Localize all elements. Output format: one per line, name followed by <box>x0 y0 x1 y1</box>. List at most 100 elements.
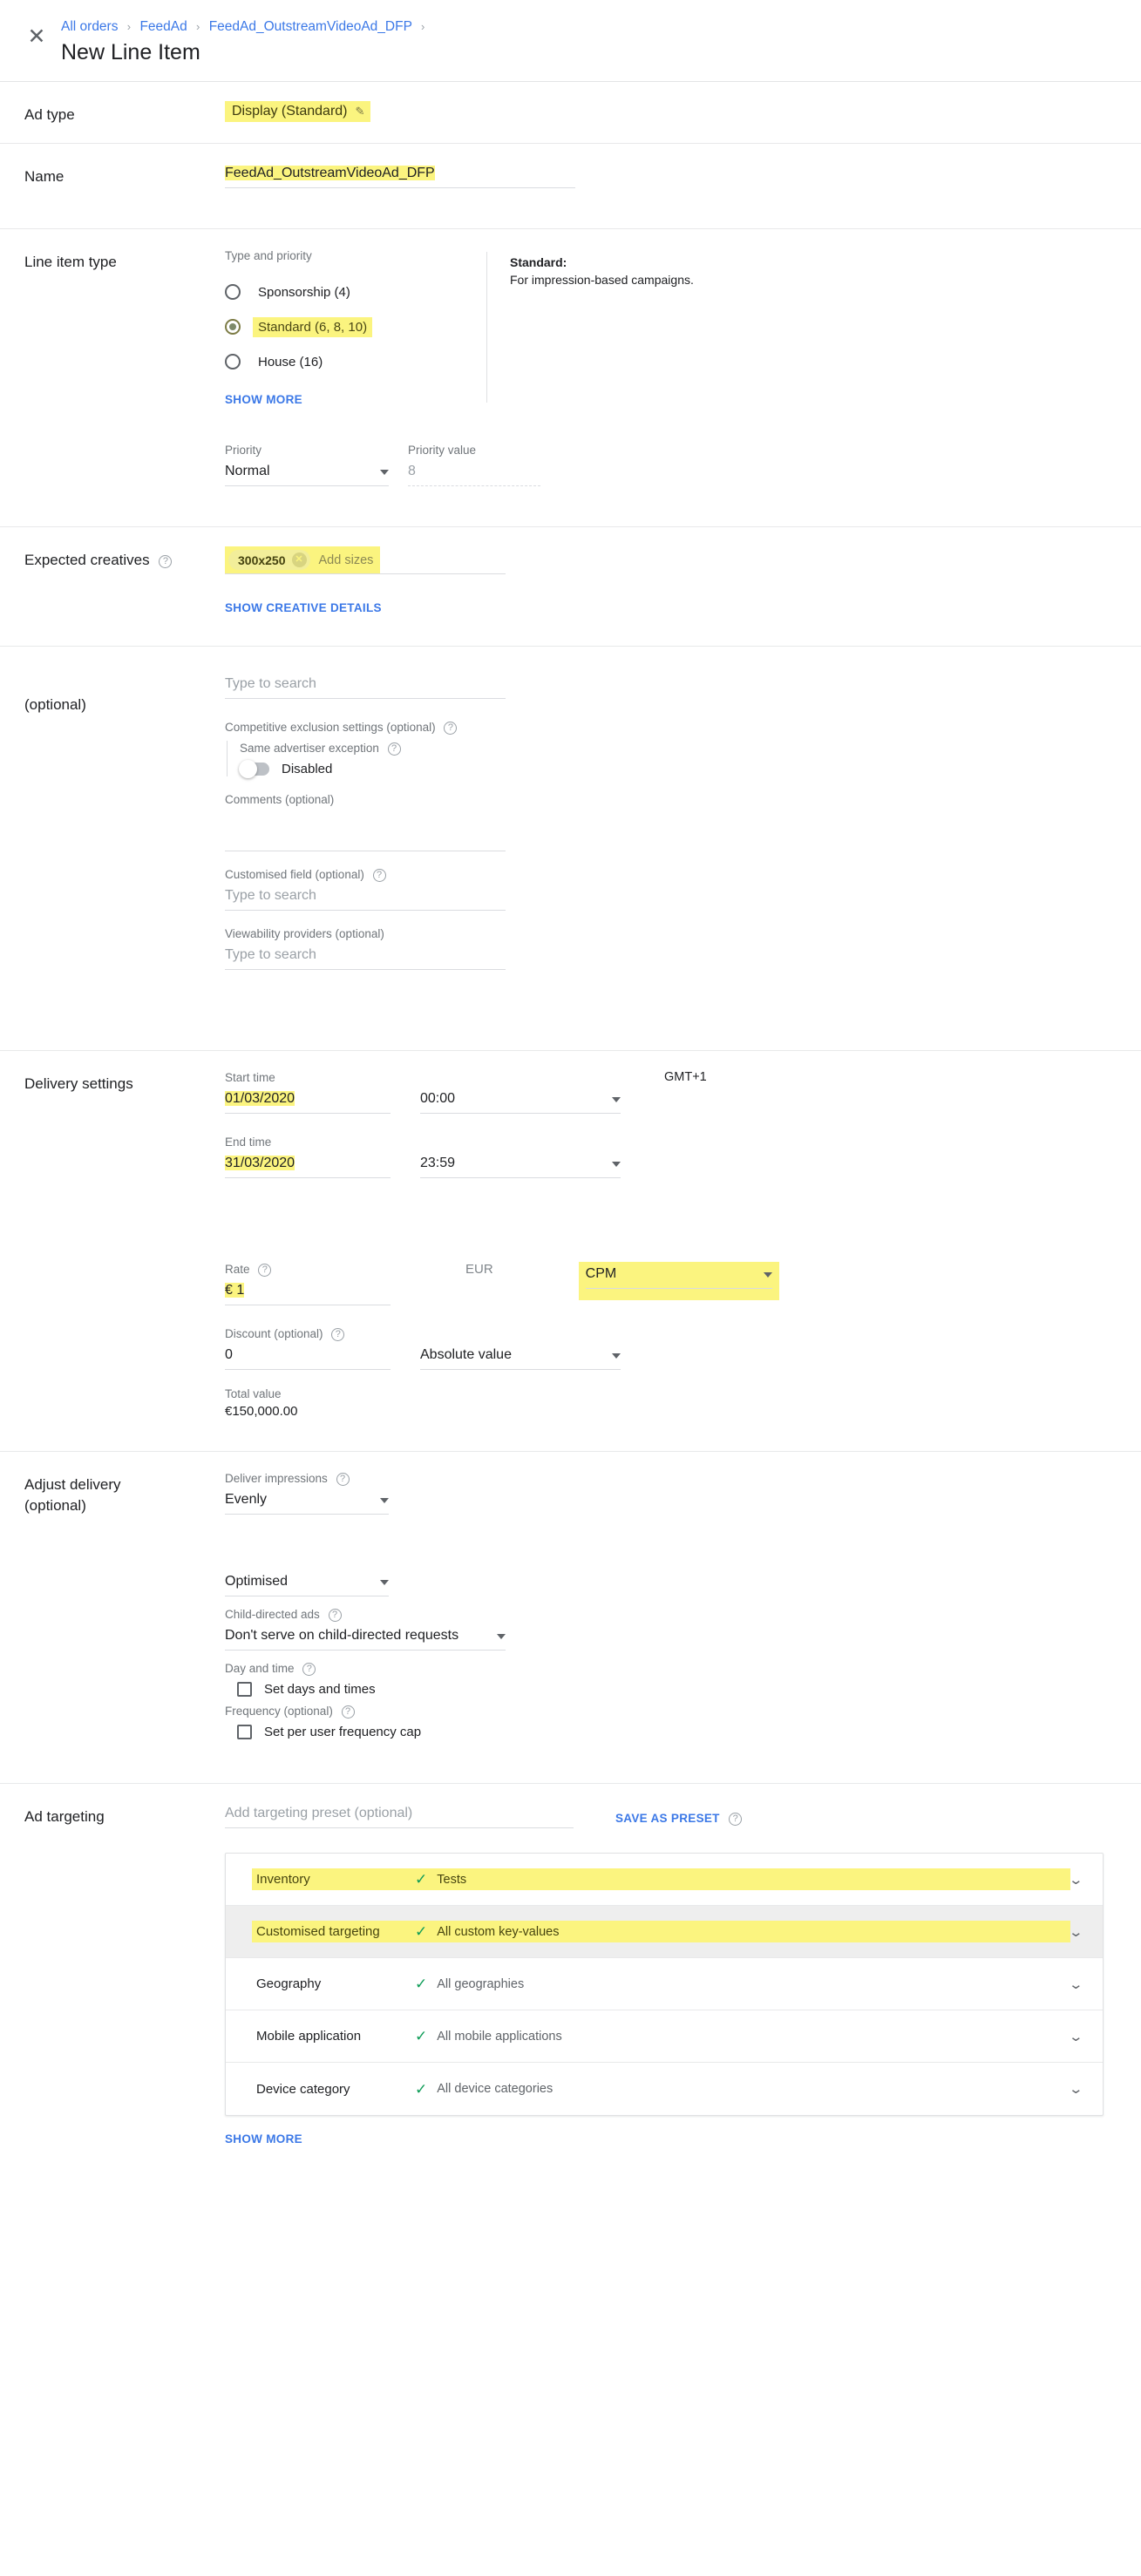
name-input[interactable]: FeedAd_OutstreamVideoAd_DFP <box>225 163 575 188</box>
child-directed-select[interactable]: Don't serve on child-directed requests <box>225 1625 506 1651</box>
help-icon[interactable]: ? <box>444 722 458 735</box>
ad-type-label: Ad type <box>24 106 75 123</box>
name-field[interactable]: FeedAd_OutstreamVideoAd_DFP <box>225 163 575 188</box>
customised-field[interactable]: Customised field (optional) ? Type to se… <box>225 867 506 911</box>
targeting-row-mobile-application[interactable]: Mobile application ✓ All mobile applicat… <box>226 2010 1103 2063</box>
close-icon[interactable]: ✕ <box>291 552 307 567</box>
rotate-creatives-field[interactable]: Optimised <box>225 1563 389 1596</box>
end-date-input[interactable]: 31/03/2020 <box>225 1153 391 1178</box>
targeting-row-inventory[interactable]: Inventory ✓ Tests ⌄ <box>226 1854 1103 1906</box>
comments-input[interactable] <box>225 826 506 851</box>
radio-option-standard[interactable]: Standard (6, 8, 10) <box>225 312 486 342</box>
creative-size-chip-wrap[interactable]: 300x250 ✕ Add sizes <box>225 546 381 573</box>
breadcrumb-item-feedad[interactable]: FeedAd <box>139 19 187 34</box>
help-icon[interactable]: ? <box>387 742 401 756</box>
targeting-preset-field[interactable]: Add targeting preset (optional) <box>225 1803 574 1828</box>
radio-option-sponsorship[interactable]: Sponsorship (4) <box>225 277 486 307</box>
rate-type-field[interactable]: CPM <box>578 1262 779 1300</box>
help-icon[interactable]: ? <box>159 555 173 568</box>
start-clock-field[interactable]: 00:00 <box>420 1070 621 1114</box>
start-date-input[interactable]: 01/03/2020 <box>225 1088 391 1114</box>
frequency-label: Frequency (optional) ? <box>225 1704 1124 1719</box>
help-icon[interactable]: ? <box>258 1264 272 1277</box>
chevron-down-icon[interactable] <box>612 1162 621 1167</box>
targeting-preset-input[interactable]: Add targeting preset (optional) <box>225 1803 574 1828</box>
chevron-down-icon[interactable] <box>380 470 389 475</box>
help-icon[interactable]: ? <box>331 1328 345 1341</box>
chevron-down-icon[interactable] <box>612 1353 621 1359</box>
toggle-switch[interactable] <box>239 760 269 778</box>
creative-sizes-input[interactable]: 300x250 ✕ Add sizes <box>225 546 506 574</box>
checkbox-icon[interactable] <box>237 1725 252 1739</box>
viewability-input[interactable]: Type to search <box>225 945 506 970</box>
targeting-row-device-category[interactable]: Device category ✓ All device categories … <box>226 2063 1103 2115</box>
chevron-down-icon[interactable]: ⌄ <box>1069 1924 1084 1940</box>
end-date-field[interactable]: End time 31/03/2020 <box>225 1135 391 1178</box>
child-directed-field[interactable]: Child-directed ads ? Don't serve on chil… <box>225 1607 506 1651</box>
chevron-down-icon[interactable] <box>612 1097 621 1102</box>
same-advertiser-toggle-row[interactable]: Disabled <box>239 760 1124 778</box>
close-icon[interactable]: ✕ <box>19 19 54 54</box>
targeting-row-value: All geographies <box>437 1976 525 1991</box>
show-creative-details-link[interactable]: SHOW CREATIVE DETAILS <box>225 601 382 614</box>
creative-sizes-field[interactable]: 300x250 ✕ Add sizes <box>225 546 506 574</box>
checkbox-icon[interactable] <box>237 1682 252 1697</box>
rotate-creatives-select[interactable]: Optimised <box>225 1571 389 1596</box>
chevron-down-icon[interactable] <box>763 1272 772 1278</box>
radio-icon[interactable] <box>225 284 241 300</box>
chevron-down-icon[interactable] <box>497 1634 506 1639</box>
rate-field[interactable]: Rate ? € 1 <box>225 1262 391 1305</box>
chevron-down-icon[interactable]: ⌄ <box>1069 2029 1084 2044</box>
help-icon[interactable]: ? <box>336 1473 350 1486</box>
expected-creatives-row: Expected creatives ? 300x250 ✕ Add sizes… <box>0 527 1141 647</box>
start-clock-select[interactable]: 00:00 <box>420 1088 621 1114</box>
search-field[interactable]: Type to search <box>225 674 506 699</box>
set-days-and-times-row[interactable]: Set days and times <box>237 1682 1124 1697</box>
breadcrumb-item-order[interactable]: FeedAd_OutstreamVideoAd_DFP <box>209 19 412 34</box>
discount-field[interactable]: Discount (optional) ? 0 <box>225 1326 391 1370</box>
save-as-preset-link[interactable]: SAVE AS PRESET <box>615 1812 720 1825</box>
targeting-show-more-link[interactable]: SHOW MORE <box>225 2132 302 2146</box>
radio-option-house[interactable]: House (16) <box>225 347 486 376</box>
end-clock-field[interactable]: 23:59 <box>420 1135 621 1178</box>
radio-icon[interactable] <box>225 319 241 335</box>
help-icon[interactable]: ? <box>729 1813 743 1826</box>
priority-select[interactable]: Normal <box>225 461 389 486</box>
chevron-down-icon[interactable]: ⌄ <box>1069 1872 1084 1888</box>
radio-icon[interactable] <box>225 354 241 369</box>
breadcrumb-item-all-orders[interactable]: All orders <box>61 19 118 34</box>
type-info-body: For impression-based campaigns. <box>510 273 694 287</box>
set-frequency-cap-row[interactable]: Set per user frequency cap <box>237 1725 1124 1739</box>
rate-type-select[interactable]: CPM <box>585 1264 772 1289</box>
discount-type-select[interactable]: Absolute value <box>420 1345 621 1370</box>
help-icon[interactable]: ? <box>372 869 386 882</box>
rate-input[interactable]: € 1 <box>225 1280 391 1305</box>
chevron-down-icon[interactable] <box>380 1498 389 1503</box>
search-input[interactable]: Type to search <box>225 674 506 699</box>
targeting-row-geography[interactable]: Geography ✓ All geographies ⌄ <box>226 1958 1103 2010</box>
help-icon[interactable]: ? <box>302 1663 316 1676</box>
help-icon[interactable]: ? <box>328 1609 342 1622</box>
comments-field[interactable]: Comments (optional) <box>225 792 506 851</box>
targeting-row-customised-targeting[interactable]: Customised targeting ✓ All custom key-va… <box>226 1906 1103 1958</box>
help-icon[interactable]: ? <box>341 1705 355 1718</box>
edit-pencil-icon[interactable]: ✎ <box>356 105 365 119</box>
chevron-down-icon[interactable]: ⌄ <box>1069 2081 1084 2097</box>
discount-type-field[interactable]: Absolute value <box>420 1326 621 1370</box>
deliver-impressions-field[interactable]: Deliver impressions ? Evenly <box>225 1471 389 1515</box>
add-sizes-placeholder[interactable]: Add sizes <box>319 553 374 567</box>
chevron-down-icon[interactable]: ⌄ <box>1069 1976 1084 1992</box>
priority-field[interactable]: Priority Normal <box>225 443 389 486</box>
deliver-impressions-select[interactable]: Evenly <box>225 1489 389 1515</box>
customised-field-input[interactable]: Type to search <box>225 885 506 911</box>
start-date-field[interactable]: Start time 01/03/2020 <box>225 1070 391 1114</box>
end-clock-select[interactable]: 23:59 <box>420 1153 621 1178</box>
check-icon: ✓ <box>415 1923 428 1940</box>
size-chip[interactable]: 300x250 ✕ <box>228 550 310 570</box>
discount-input[interactable]: 0 <box>225 1345 391 1370</box>
customised-field-label-text: Customised field (optional) <box>225 868 364 881</box>
viewability-field[interactable]: Viewability providers (optional) Type to… <box>225 926 506 970</box>
chevron-down-icon[interactable] <box>380 1580 389 1585</box>
show-more-types-link[interactable]: SHOW MORE <box>225 393 302 406</box>
ad-type-value-chip[interactable]: Display (Standard) ✎ <box>225 101 371 122</box>
